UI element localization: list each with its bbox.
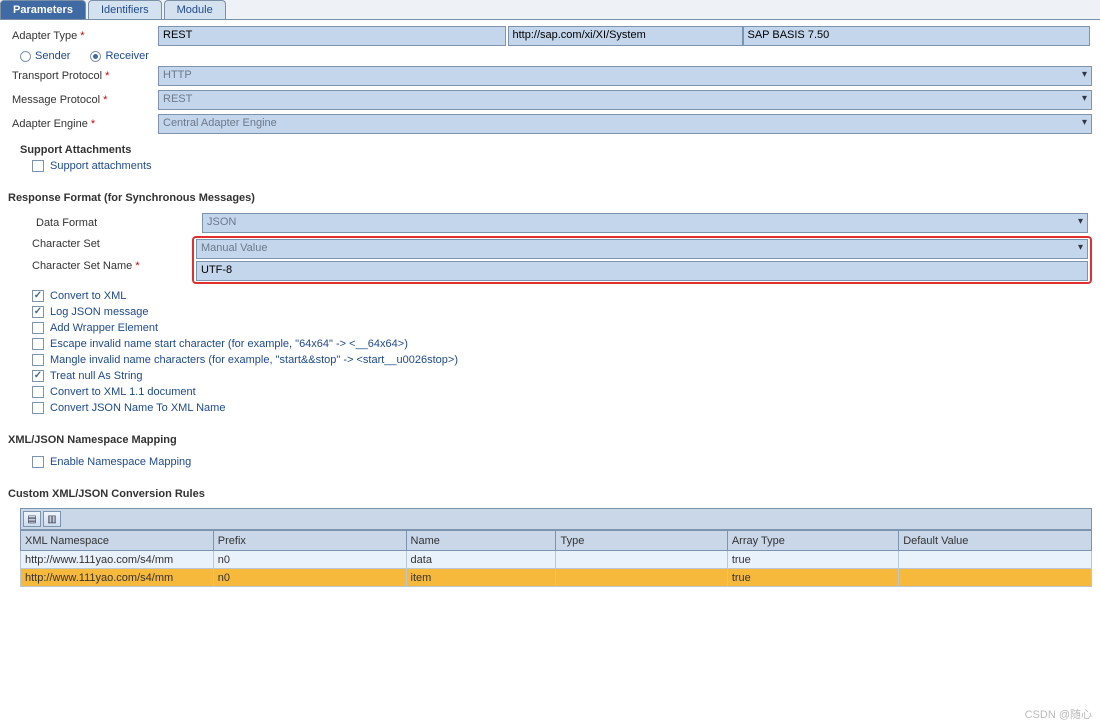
radio-receiver[interactable]: Receiver [90, 50, 148, 62]
col-name[interactable]: Name [406, 531, 556, 551]
label-convert-xml11: Convert to XML 1.1 document [50, 386, 196, 398]
label-support-attachments: Support attachments [50, 160, 152, 172]
label-character-set-name: Character Set Name [8, 258, 158, 274]
label-treat-null: Treat null As String [50, 370, 143, 382]
col-xml-namespace[interactable]: XML Namespace [21, 531, 214, 551]
adapter-engine-select[interactable]: Central Adapter Engine [158, 114, 1092, 134]
label-data-format: Data Format [32, 215, 192, 231]
cell-prefix[interactable]: n0 [213, 551, 406, 569]
tab-strip: Parameters Identifiers Module [0, 0, 1100, 20]
cell-name[interactable]: data [406, 551, 556, 569]
cell-def[interactable] [899, 569, 1092, 587]
transport-protocol-select[interactable]: HTTP [158, 66, 1092, 86]
checkbox-treat-null[interactable] [32, 370, 44, 382]
radio-icon [20, 51, 31, 62]
radio-sender[interactable]: Sender [20, 50, 70, 62]
checkbox-mangle-invalid[interactable] [32, 354, 44, 366]
col-array-type[interactable]: Array Type [727, 531, 898, 551]
checkbox-support-attachments[interactable] [32, 160, 44, 172]
label-add-wrapper: Add Wrapper Element [50, 322, 158, 334]
section-support-attachments: Support Attachments [8, 136, 1092, 158]
checkbox-add-wrapper[interactable] [32, 322, 44, 334]
radio-receiver-label: Receiver [105, 50, 148, 62]
label-mangle-invalid: Mangle invalid name characters (for exam… [50, 354, 458, 366]
section-response-format: Response Format (for Synchronous Message… [0, 178, 1100, 208]
cell-ns[interactable]: http://www.111yao.com/s4/mm [21, 551, 214, 569]
message-protocol-select[interactable]: REST [158, 90, 1092, 110]
tab-parameters[interactable]: Parameters [0, 0, 86, 19]
table-row[interactable]: http://www.111yao.com/s4/mm n0 data true [21, 551, 1092, 569]
label-message-protocol: Message Protocol [8, 92, 158, 108]
label-log-json: Log JSON message [50, 306, 148, 318]
checkbox-enable-ns-mapping[interactable] [32, 456, 44, 468]
tab-module[interactable]: Module [164, 0, 226, 19]
tab-identifiers[interactable]: Identifiers [88, 0, 162, 19]
col-type[interactable]: Type [556, 531, 727, 551]
cell-arr[interactable]: true [727, 551, 898, 569]
label-adapter-engine: Adapter Engine [8, 116, 158, 132]
cell-ns[interactable]: http://www.111yao.com/s4/mm [21, 569, 214, 587]
add-row-button[interactable]: ▤ [23, 511, 41, 527]
checkbox-escape-invalid[interactable] [32, 338, 44, 350]
label-escape-invalid: Escape invalid name start character (for… [50, 338, 408, 350]
label-character-set: Character Set [8, 236, 158, 252]
radio-icon [90, 51, 101, 62]
cell-type[interactable] [556, 551, 727, 569]
cell-name[interactable]: item [406, 569, 556, 587]
cell-prefix[interactable]: n0 [213, 569, 406, 587]
radio-sender-label: Sender [35, 50, 70, 62]
checkbox-convert-xml11[interactable] [32, 386, 44, 398]
label-adapter-type: Adapter Type [8, 28, 158, 44]
section-namespace-mapping: XML/JSON Namespace Mapping [0, 420, 1100, 450]
checkbox-log-json[interactable] [32, 306, 44, 318]
highlight-box: Manual Value UTF-8 [192, 236, 1092, 284]
checkbox-convert-xml[interactable] [32, 290, 44, 302]
table-row[interactable]: http://www.111yao.com/s4/mm n0 item true [21, 569, 1092, 587]
adapter-namespace-field[interactable]: http://sap.com/xi/XI/System [508, 26, 743, 46]
label-enable-ns-mapping: Enable Namespace Mapping [50, 456, 191, 468]
table-toolbar: ▤ ▥ [20, 508, 1092, 530]
cell-type[interactable] [556, 569, 727, 587]
character-set-name-field[interactable]: UTF-8 [196, 261, 1088, 281]
col-prefix[interactable]: Prefix [213, 531, 406, 551]
adapter-version-field[interactable]: SAP BASIS 7.50 [743, 26, 1091, 46]
col-default-value[interactable]: Default Value [899, 531, 1092, 551]
watermark: CSDN @随心 [1025, 706, 1092, 722]
label-convert-json-name: Convert JSON Name To XML Name [50, 402, 225, 414]
cell-arr[interactable]: true [727, 569, 898, 587]
conversion-rules-table: XML Namespace Prefix Name Type Array Typ… [20, 530, 1092, 587]
checkbox-convert-json-name[interactable] [32, 402, 44, 414]
label-transport-protocol: Transport Protocol [8, 68, 158, 84]
adapter-type-field[interactable]: REST [158, 26, 506, 46]
section-conversion-rules: Custom XML/JSON Conversion Rules [0, 474, 1100, 504]
character-set-select[interactable]: Manual Value [196, 239, 1088, 259]
label-convert-xml: Convert to XML [50, 290, 126, 302]
cell-def[interactable] [899, 551, 1092, 569]
data-format-select[interactable]: JSON [202, 213, 1088, 233]
remove-row-button[interactable]: ▥ [43, 511, 61, 527]
